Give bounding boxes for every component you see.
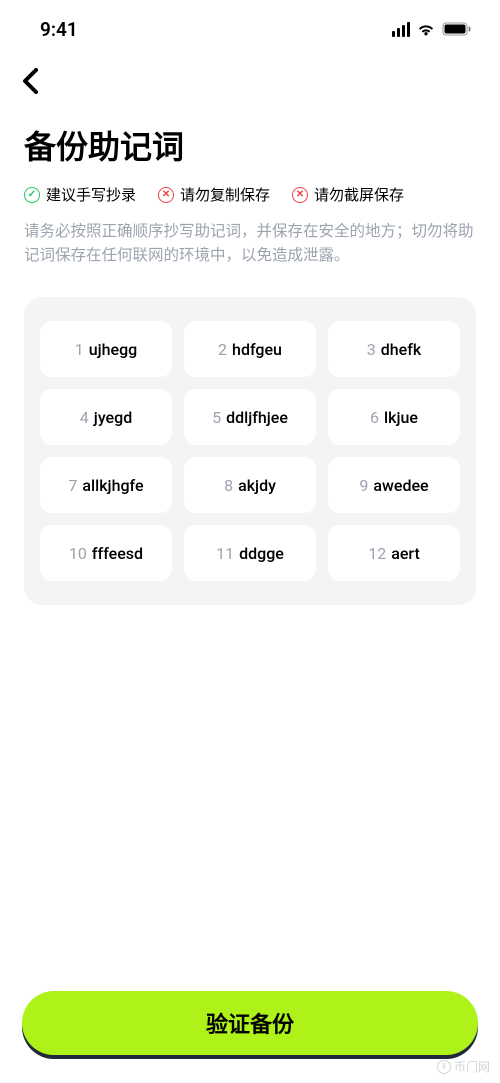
mnemonic-item: 11ddgge	[184, 525, 316, 581]
mnemonic-item: 12aert	[328, 525, 460, 581]
chevron-left-icon	[22, 68, 38, 94]
mnemonic-item: 1ujhegg	[40, 321, 172, 377]
mnemonic-grid: 1ujhegg 2hdfgeu 3dhefk 4jyegd 5ddljfhjee…	[40, 321, 460, 581]
main-content: 备份助记词 ✓ 建议手写抄录 ✕ 请勿复制保存 ✕ 请勿截屏保存 请务必按照正确…	[0, 98, 500, 605]
mnemonic-item: 8akjdy	[184, 457, 316, 513]
watermark-icon: ¥	[437, 1060, 451, 1074]
mnemonic-item: 7allkjhgfe	[40, 457, 172, 513]
tip-no-copy: ✕ 请勿复制保存	[158, 184, 270, 205]
description-text: 请务必按照正确顺序抄写助记词，并保存在安全的地方；切勿将助记词保存在任何联网的环…	[24, 219, 476, 267]
status-bar: 9:41	[0, 0, 500, 50]
mnemonic-item: 5ddljfhjee	[184, 389, 316, 445]
mnemonic-card: 1ujhegg 2hdfgeu 3dhefk 4jyegd 5ddljfhjee…	[24, 297, 476, 605]
wifi-icon	[416, 22, 436, 37]
back-button[interactable]	[22, 68, 38, 94]
status-time: 9:41	[40, 18, 78, 41]
bottom-action-area: 验证备份	[0, 991, 500, 1055]
status-icons	[392, 22, 473, 37]
cross-circle-icon: ✕	[158, 187, 174, 203]
mnemonic-item: 9awedee	[328, 457, 460, 513]
watermark: ¥ 币门网	[437, 1058, 490, 1075]
tip-label: 请勿复制保存	[180, 184, 270, 205]
battery-icon	[442, 22, 472, 36]
watermark-text: 币门网	[454, 1058, 490, 1075]
page-title: 备份助记词	[24, 122, 476, 168]
mnemonic-item: 2hdfgeu	[184, 321, 316, 377]
mnemonic-item: 3dhefk	[328, 321, 460, 377]
tip-handwrite: ✓ 建议手写抄录	[24, 184, 136, 205]
mnemonic-item: 4jyegd	[40, 389, 172, 445]
verify-backup-button[interactable]: 验证备份	[22, 991, 478, 1055]
cross-circle-icon: ✕	[292, 187, 308, 203]
tip-label: 请勿截屏保存	[314, 184, 404, 205]
cellular-signal-icon	[392, 22, 411, 37]
tip-no-screenshot: ✕ 请勿截屏保存	[292, 184, 404, 205]
mnemonic-item: 10fffeesd	[40, 525, 172, 581]
tip-label: 建议手写抄录	[46, 184, 136, 205]
tips-row: ✓ 建议手写抄录 ✕ 请勿复制保存 ✕ 请勿截屏保存	[24, 184, 476, 205]
nav-bar	[0, 50, 500, 98]
mnemonic-item: 6lkjue	[328, 389, 460, 445]
check-circle-icon: ✓	[24, 187, 40, 203]
